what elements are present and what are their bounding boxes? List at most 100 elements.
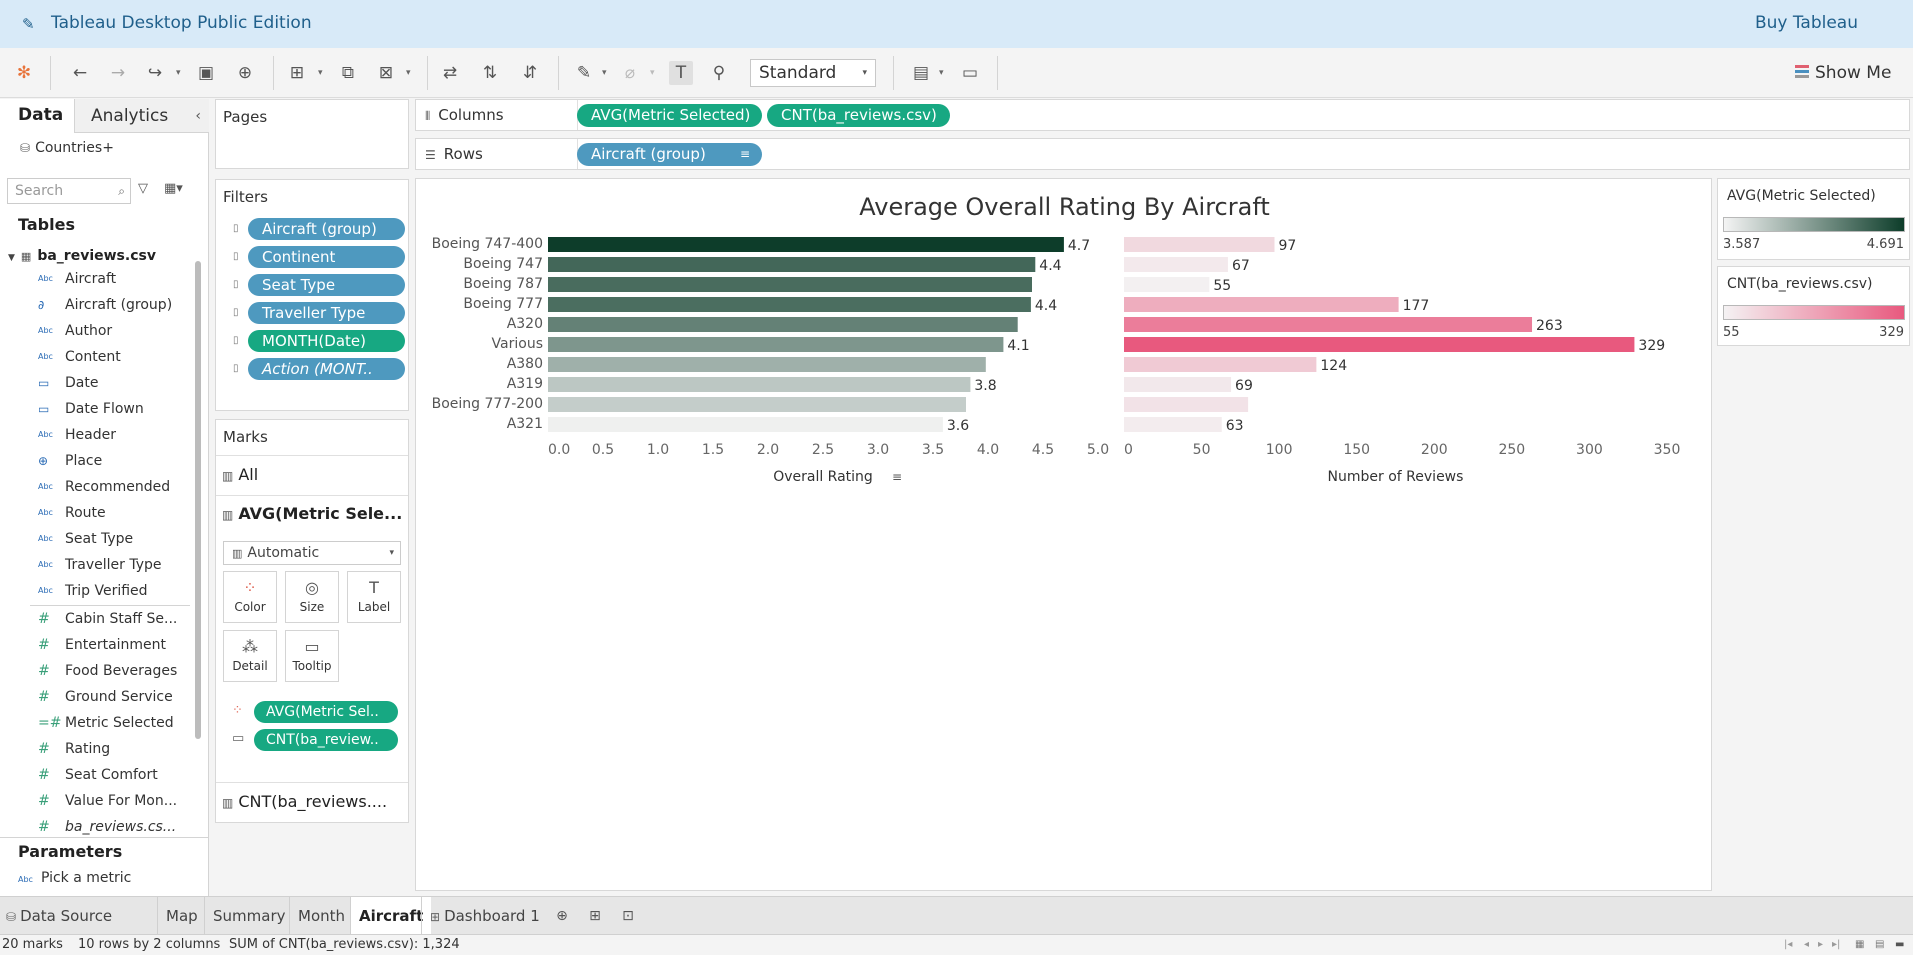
measure-field[interactable]: # Ground Service: [38, 686, 188, 708]
replay-caret-icon[interactable]: ▾: [176, 61, 186, 85]
marks-sheet1-tab[interactable]: ▥ AVG(Metric Sele...: [222, 504, 402, 523]
sheet-sorter-icon[interactable]: ▦: [1855, 935, 1864, 955]
new-datasource-icon[interactable]: ⊕: [233, 61, 257, 85]
label-button[interactable]: T Label: [347, 571, 401, 623]
filmstrip-icon[interactable]: ▤: [1875, 935, 1884, 955]
dimension-field[interactable]: Abc Content: [38, 346, 188, 368]
detail-button[interactable]: ⁂ Detail: [223, 630, 277, 682]
tab-data-source[interactable]: ⛁ Data Source: [0, 897, 120, 935]
measure-field[interactable]: # Cabin Staff Se...: [38, 608, 188, 630]
size-button[interactable]: ◎ Size: [285, 571, 339, 623]
sort-descending-icon[interactable]: ⇵: [518, 61, 542, 85]
marks-all-tab[interactable]: ▥ All: [222, 465, 258, 484]
filter-pill[interactable]: Aircraft (group): [248, 218, 405, 240]
show-me-button[interactable]: Show Me: [1795, 61, 1891, 85]
dimension-field[interactable]: Abc Traveller Type: [38, 554, 188, 576]
dimension-field[interactable]: ∂ Aircraft (group): [38, 294, 188, 316]
group-members-icon[interactable]: ⌀: [618, 61, 642, 85]
show-cards-caret-icon[interactable]: ▾: [939, 61, 949, 85]
sort-ascending-icon[interactable]: ⇅: [478, 61, 502, 85]
filter-pill[interactable]: Continent: [248, 246, 405, 268]
fix-axes-icon[interactable]: ⚲: [707, 61, 731, 85]
filter-pill[interactable]: Traveller Type: [248, 302, 405, 324]
highlight-icon[interactable]: ✎: [572, 61, 596, 85]
presentation-mode-icon[interactable]: ▭: [958, 61, 982, 85]
new-dashboard-icon[interactable]: ⊞: [584, 906, 606, 926]
field-list-scrollbar[interactable]: [195, 261, 201, 739]
color-button[interactable]: ⁘ Color: [223, 571, 277, 623]
rows-shelf[interactable]: ☰ Rows Aircraft (group) ≡: [415, 138, 1910, 170]
highlight-caret-icon[interactable]: ▾: [602, 61, 612, 85]
tab-summary[interactable]: Summary: [204, 897, 294, 935]
legend-cnt-reviews[interactable]: CNT(ba_reviews.csv) 55 329: [1717, 266, 1910, 346]
replay-icon[interactable]: ↪: [143, 61, 167, 85]
tableau-pin-icon[interactable]: ✎: [22, 15, 40, 33]
dimension-field[interactable]: ▭ Date Flown: [38, 398, 188, 420]
tab-aircraft[interactable]: Aircraft: [350, 897, 432, 935]
dimension-field[interactable]: Abc Trip Verified: [38, 580, 188, 602]
redo-icon[interactable]: →: [106, 61, 130, 85]
column-pill-avg-metric[interactable]: AVG(Metric Selected): [577, 104, 762, 127]
clear-sheet-icon[interactable]: ⊠: [374, 61, 398, 85]
measure-field[interactable]: =# Metric Selected: [38, 712, 188, 734]
measure-field[interactable]: # Rating: [38, 738, 188, 760]
pages-card[interactable]: Pages: [215, 99, 409, 169]
nav-prev-icon[interactable]: ◂: [1804, 935, 1809, 955]
tooltip-button[interactable]: ▭ Tooltip: [285, 630, 339, 682]
clear-sheet-caret-icon[interactable]: ▾: [406, 61, 416, 85]
dimension-field[interactable]: Abc Author: [38, 320, 188, 342]
tab-month[interactable]: Month: [289, 897, 353, 935]
dimension-field[interactable]: ⊕ Place: [38, 450, 188, 472]
row-pill-aircraft-group[interactable]: Aircraft (group) ≡: [577, 143, 762, 166]
marks-sheet2-tab[interactable]: ▥ CNT(ba_reviews....: [222, 792, 387, 811]
dimension-field[interactable]: Abc Route: [38, 502, 188, 524]
nav-next-icon[interactable]: ▸: [1818, 935, 1823, 955]
mark-type-select[interactable]: ▥ Automatic ▾: [223, 541, 401, 565]
measure-field[interactable]: # ba_reviews.cs...: [38, 816, 188, 838]
swap-rows-columns-icon[interactable]: ⇄: [438, 61, 462, 85]
tabs-view-icon[interactable]: ▬: [1895, 935, 1904, 955]
save-icon[interactable]: ▣: [194, 61, 218, 85]
nav-last-icon[interactable]: ▸|: [1832, 935, 1840, 955]
new-worksheet-icon[interactable]: ⊕: [551, 906, 573, 926]
measure-field[interactable]: # Entertainment: [38, 634, 188, 656]
new-worksheet-caret-icon[interactable]: ▾: [318, 61, 328, 85]
mark-pill-tooltip[interactable]: CNT(ba_review..: [254, 729, 398, 751]
tab-dashboard-1[interactable]: ⊞ Dashboard 1: [421, 897, 548, 935]
parameter-item[interactable]: Abc Pick a metric: [18, 870, 131, 886]
view-options-icon[interactable]: ▦▾: [164, 181, 183, 196]
new-worksheet-icon[interactable]: ⊞: [285, 61, 309, 85]
dimension-field[interactable]: Abc Seat Type: [38, 528, 188, 550]
legend-avg-metric[interactable]: AVG(Metric Selected) 3.587 4.691: [1717, 178, 1910, 260]
tab-map[interactable]: Map: [157, 897, 206, 935]
show-cards-icon[interactable]: ▤: [909, 61, 933, 85]
nav-first-icon[interactable]: |◂: [1784, 935, 1792, 955]
buy-tableau-link[interactable]: Buy Tableau: [1755, 13, 1858, 33]
measure-field[interactable]: # Food Beverages: [38, 660, 188, 682]
dimension-field[interactable]: Abc Aircraft: [38, 268, 188, 290]
dimension-field[interactable]: Abc Header: [38, 424, 188, 446]
column-pill-cnt-reviews[interactable]: CNT(ba_reviews.csv): [767, 104, 950, 127]
filter-pill[interactable]: Seat Type: [248, 274, 405, 296]
mark-pill-color[interactable]: AVG(Metric Sel..: [254, 701, 398, 723]
group-caret-icon[interactable]: ▾: [650, 61, 660, 85]
table-item[interactable]: ▼ ▦ ba_reviews.csv: [8, 244, 188, 268]
tableau-logo-icon[interactable]: ✻: [12, 61, 36, 85]
filter-fields-icon[interactable]: ▽: [138, 181, 148, 196]
collapse-pane-icon[interactable]: ‹: [195, 99, 201, 133]
measure-field[interactable]: # Seat Comfort: [38, 764, 188, 786]
measure-field[interactable]: # Value For Mon...: [38, 790, 188, 812]
duplicate-sheet-icon[interactable]: ⧉: [336, 61, 360, 85]
filter-pill[interactable]: Action (MONT..: [248, 358, 405, 380]
dimension-field[interactable]: ▭ Date: [38, 372, 188, 394]
dimension-field[interactable]: Abc Recommended: [38, 476, 188, 498]
tab-analytics[interactable]: Analytics ‹: [74, 99, 209, 133]
show-mark-labels-icon[interactable]: T: [669, 61, 693, 85]
new-story-icon[interactable]: ⊡: [617, 906, 639, 926]
columns-shelf[interactable]: ⦀ Columns AVG(Metric Selected) CNT(ba_rev…: [415, 99, 1910, 131]
datasource-item[interactable]: ⛁ Countries+: [20, 140, 114, 156]
fit-select[interactable]: Standard ▾: [750, 59, 876, 87]
search-input[interactable]: Search ⌕: [7, 178, 131, 204]
tab-data[interactable]: Data: [18, 105, 63, 125]
filter-pill[interactable]: MONTH(Date): [248, 330, 405, 352]
